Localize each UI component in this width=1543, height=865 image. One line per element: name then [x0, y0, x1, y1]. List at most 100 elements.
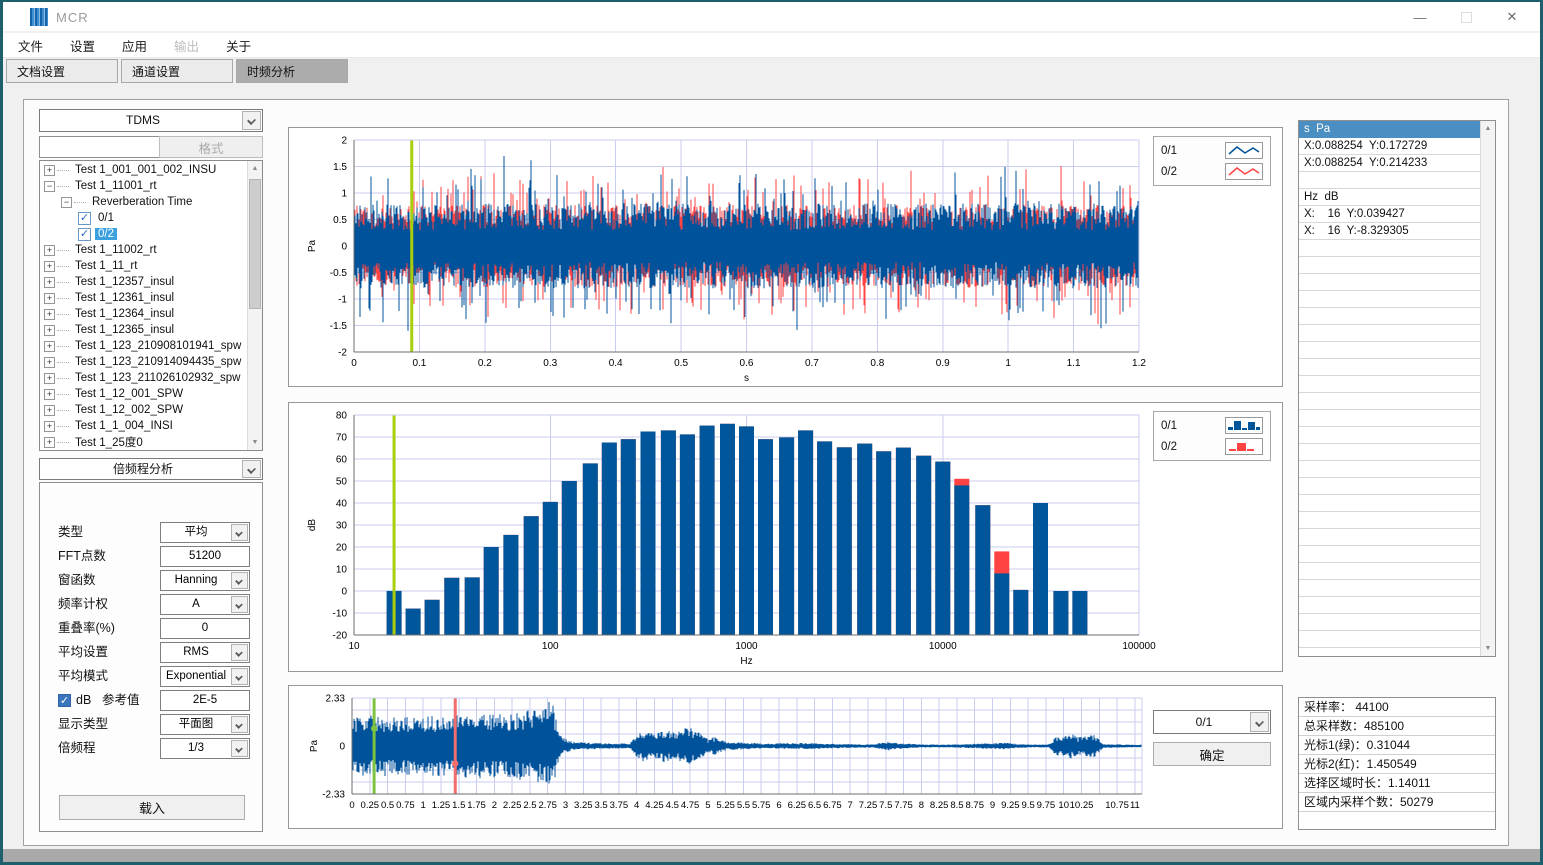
legend-entry[interactable]: 0/1: [1154, 415, 1270, 436]
chevron-down-icon[interactable]: [231, 716, 248, 733]
average-mode-select[interactable]: Exponential: [160, 666, 250, 687]
file-format-select[interactable]: TDMS: [39, 109, 263, 132]
filter-input[interactable]: [39, 136, 160, 158]
chevron-down-icon[interactable]: [231, 644, 248, 661]
tree-item[interactable]: + Test 1_12_001_SPW: [40, 386, 246, 402]
chevron-down-icon[interactable]: [231, 524, 248, 541]
scroll-down-icon[interactable]: ▼: [248, 435, 262, 450]
scroll-down-icon[interactable]: ▼: [1481, 641, 1495, 656]
expand-toggle-icon[interactable]: −: [61, 197, 72, 208]
tree-item[interactable]: ✓0/2: [40, 226, 246, 242]
maximize-button[interactable]: [1443, 2, 1489, 32]
tree-item[interactable]: + Test 1_11_rt: [40, 258, 246, 274]
scroll-up-icon[interactable]: ▲: [1481, 121, 1495, 136]
expand-toggle-icon[interactable]: +: [44, 309, 55, 320]
average-setting-select[interactable]: RMS: [160, 642, 250, 663]
tree-connector: [57, 378, 69, 379]
db-reference-checkbox[interactable]: ✓: [58, 694, 71, 707]
svg-text:1.25: 1.25: [432, 800, 451, 811]
db-reference-input[interactable]: 2E-5: [160, 690, 250, 711]
menu-item-application[interactable]: 应用: [122, 36, 147, 55]
tree-item[interactable]: + Test 1_12361_insul: [40, 290, 246, 306]
legend-entry[interactable]: 0/2: [1154, 161, 1270, 182]
expand-toggle-icon[interactable]: +: [44, 437, 55, 448]
channel-select[interactable]: 0/1: [1153, 710, 1271, 734]
tree-item[interactable]: − Test 1_11001_rt: [40, 178, 246, 194]
tree-checkbox[interactable]: ✓: [78, 228, 91, 241]
tab-document-settings[interactable]: 文档设置: [6, 59, 118, 83]
chevron-down-icon[interactable]: [242, 460, 261, 478]
expand-toggle-icon[interactable]: +: [44, 261, 55, 272]
stat-row: 光标2(红)：1.450549: [1299, 755, 1495, 774]
expand-toggle-icon[interactable]: +: [44, 245, 55, 256]
chevron-down-icon[interactable]: [1250, 712, 1269, 732]
display-type-select[interactable]: 平面图: [160, 714, 250, 735]
octave-spectrum-chart[interactable]: 1010010001000010000080706050403020100-10…: [288, 402, 1283, 672]
expand-toggle-icon[interactable]: +: [44, 277, 55, 288]
tree-item[interactable]: +Test 1_12365_insul: [40, 322, 246, 338]
expand-toggle-icon[interactable]: +: [44, 325, 55, 336]
tree-item[interactable]: +Test 1_001_001_002_INSU: [40, 162, 246, 178]
expand-toggle-icon[interactable]: +: [44, 373, 55, 384]
menu-item-file[interactable]: 文件: [18, 36, 43, 55]
confirm-button[interactable]: 确定: [1153, 742, 1271, 766]
svg-text:50: 50: [336, 477, 348, 488]
tree-item[interactable]: +Test 1_12357_insul: [40, 274, 246, 290]
fft-points-input[interactable]: 51200: [160, 546, 250, 567]
readout-row: [1299, 342, 1480, 359]
tree-item[interactable]: +Test 1_12_002_SPW: [40, 402, 246, 418]
tree-item[interactable]: +Test 1_123_210908101941_spw: [40, 338, 246, 354]
format-button[interactable]: 格式: [159, 136, 263, 158]
expand-toggle-icon[interactable]: +: [44, 341, 55, 352]
expand-toggle-icon[interactable]: +: [44, 293, 55, 304]
expand-toggle-icon[interactable]: +: [44, 165, 55, 176]
time-waveform-chart[interactable]: 00.10.20.30.40.50.60.70.80.911.11.221.51…: [288, 127, 1283, 387]
expand-toggle-icon[interactable]: +: [44, 421, 55, 432]
menu-item-about[interactable]: 关于: [226, 36, 251, 55]
record-overview-chart[interactable]: 00.250.50.7511.251.51.7522.252.52.7533.2…: [288, 685, 1283, 829]
field-label: 平均设置: [58, 642, 108, 663]
window-function-select[interactable]: Hanning: [160, 570, 250, 591]
svg-text:0: 0: [341, 587, 347, 598]
expand-toggle-icon[interactable]: +: [44, 405, 55, 416]
menu-item-settings[interactable]: 设置: [70, 36, 95, 55]
tree-item[interactable]: +Test 1_12364_insul: [40, 306, 246, 322]
readout-scrollbar[interactable]: ▲ ▼: [1480, 121, 1495, 656]
expand-toggle-icon[interactable]: +: [44, 357, 55, 368]
chevron-down-icon[interactable]: [242, 111, 261, 130]
tree-item[interactable]: +Test 1_123_210914094435_spw: [40, 354, 246, 370]
expand-toggle-icon[interactable]: −: [44, 181, 55, 192]
scroll-up-icon[interactable]: ▲: [248, 161, 262, 176]
tree-item[interactable]: +Test 1_11002_rt: [40, 242, 246, 258]
field-label: 显示类型: [58, 714, 108, 735]
overlap-percent-input[interactable]: 0: [160, 618, 250, 639]
analysis-mode-select[interactable]: 倍频程分析: [39, 458, 263, 480]
legend-entry[interactable]: 0/2: [1154, 436, 1270, 457]
close-button[interactable]: ✕: [1489, 2, 1535, 32]
tree-item[interactable]: +Test 1_25度0: [40, 434, 246, 450]
tab-time-frequency-analysis[interactable]: 时频分析: [236, 59, 348, 83]
tree-item-label: Test 1_11001_rt: [72, 180, 160, 192]
chevron-down-icon[interactable]: [231, 668, 248, 685]
tree-item[interactable]: ✓0/1: [40, 210, 246, 226]
tree-scrollbar[interactable]: ▲ ▼: [247, 161, 262, 450]
tree-item-label: Test 1_12361_insul: [72, 292, 177, 304]
tree-checkbox[interactable]: ✓: [78, 212, 91, 225]
frequency-weighting-select[interactable]: A: [160, 594, 250, 615]
chevron-down-icon[interactable]: [231, 572, 248, 589]
minimize-button[interactable]: —: [1397, 2, 1443, 32]
chevron-down-icon[interactable]: [231, 596, 248, 613]
tree-item[interactable]: −Reverberation Time: [40, 194, 246, 210]
tab-channel-settings[interactable]: 通道设置: [121, 59, 233, 83]
expand-toggle-icon[interactable]: +: [44, 389, 55, 400]
tree-item[interactable]: +Test 1_123_211026102932_spw: [40, 370, 246, 386]
legend-entry[interactable]: 0/1: [1154, 140, 1270, 161]
octave-select[interactable]: 1/3: [160, 738, 250, 759]
tree-item[interactable]: +Test 1_1_004_INSI: [40, 418, 246, 434]
tree-item-label: Test 1_11_rt: [72, 260, 140, 272]
chevron-down-icon[interactable]: [231, 740, 248, 757]
type-select[interactable]: 平均: [160, 522, 250, 543]
scrollbar-thumb[interactable]: [249, 179, 261, 309]
load-button[interactable]: 载入: [59, 795, 245, 820]
tree-item-label: Test 1_12_001_SPW: [72, 388, 186, 400]
